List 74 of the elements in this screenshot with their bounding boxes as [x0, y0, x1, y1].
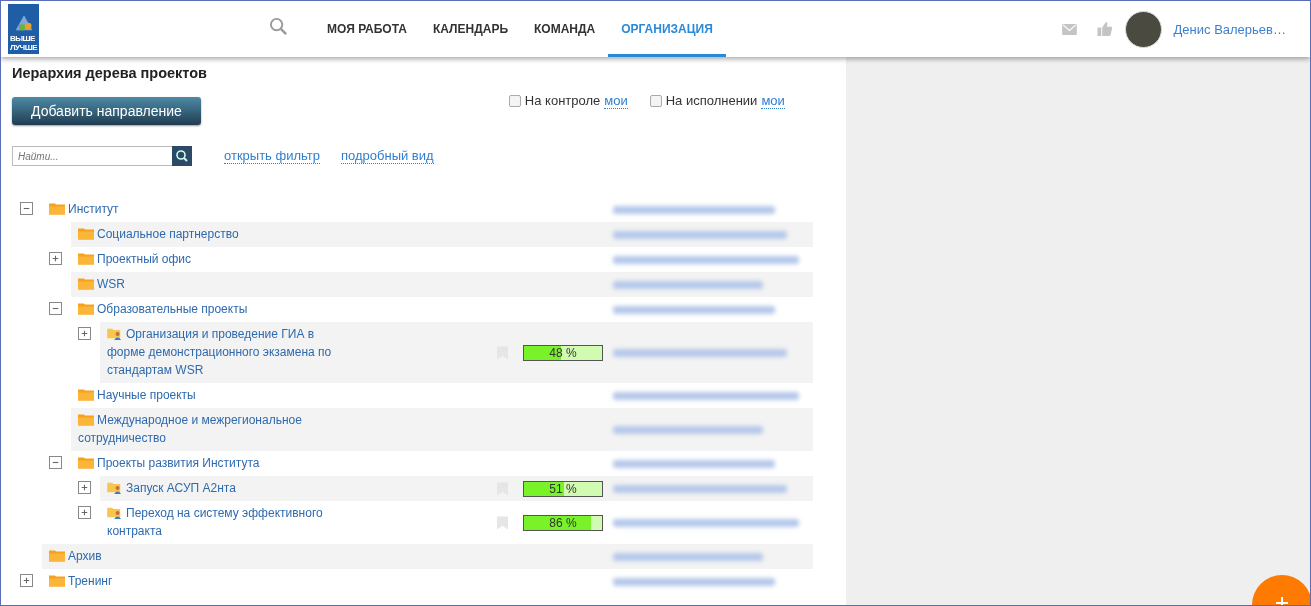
folder-link[interactable]: Научные проекты [78, 386, 318, 404]
folder-link[interactable]: Международное и межрегиональное сотрудничество [78, 411, 318, 447]
folder-icon [78, 456, 94, 469]
page-title: Иерархия дерева проектов [12, 65, 209, 81]
tree-row[interactable]: Тренинг [42, 569, 813, 594]
project-link[interactable]: Организация и проведение ГИА в форме демонстрационного экзамена по стандартам WSR [107, 325, 347, 379]
plus-icon [21, 575, 32, 586]
search-field[interactable]: Найти... [12, 146, 172, 166]
folder-link[interactable]: WSR [78, 275, 318, 293]
add-direction-button[interactable]: Добавить направление [12, 97, 201, 125]
plus-icon [79, 328, 90, 339]
folder-link[interactable]: Проекты развития Института [78, 454, 318, 472]
folder-icon [78, 302, 94, 315]
expand-toggle[interactable] [78, 506, 91, 519]
folder-icon [78, 252, 94, 265]
folder-link[interactable]: Тренинг [49, 572, 289, 590]
folder-link[interactable]: Образовательные проекты [78, 300, 318, 318]
logo-text: ЛУЧШЕ [9, 43, 38, 52]
logo[interactable]: ВЫШЕ ЛУЧШЕ [8, 4, 39, 54]
plus-icon [50, 253, 61, 264]
user-name-link[interactable]: Денис Валерьев… [1173, 21, 1286, 37]
nav-tab[interactable]: КАЛЕНДАРЬ [419, 1, 522, 57]
folder-icon [78, 388, 94, 401]
folder-person-icon [107, 481, 123, 494]
folder-icon [78, 227, 94, 240]
tree-row[interactable]: Образовательные проекты [71, 297, 813, 322]
folder-link[interactable]: Проектный офис [78, 250, 318, 268]
checkbox[interactable] [508, 95, 521, 107]
folder-link[interactable]: Социальное партнерство [78, 225, 318, 243]
detailed-view-link[interactable]: подробный вид [341, 148, 434, 164]
folder-person-icon [107, 506, 123, 519]
collapse-toggle[interactable] [49, 456, 62, 469]
checkbox-label: На исполнении [665, 93, 758, 108]
folder-icon [78, 277, 94, 290]
avatar[interactable] [1124, 10, 1162, 48]
checkbox[interactable] [649, 95, 662, 107]
thumbs-up-icon[interactable] [1096, 22, 1113, 36]
folder-link[interactable]: Институт [49, 200, 289, 218]
tree-row[interactable]: Архив [42, 544, 813, 569]
checkbox-label: На контроле [524, 93, 601, 108]
nav-tab[interactable]: КОМАНДА [521, 1, 609, 57]
open-filter-link[interactable]: открыть фильтр [224, 148, 320, 164]
plus-icon [79, 482, 90, 493]
project-link[interactable]: Запуск АСУП А2нта [107, 479, 347, 497]
mine-link[interactable]: мои [761, 93, 785, 109]
expand-toggle[interactable] [78, 327, 91, 340]
tree-row[interactable]: WSR [71, 272, 813, 297]
tree-row[interactable]: Запуск АСУП А2нта 51 % [100, 476, 813, 501]
folder-person-icon [107, 327, 123, 340]
tree-row[interactable]: Проектный офис [71, 247, 813, 272]
folder-icon [49, 574, 65, 587]
tree-row[interactable]: Переход на систему эффективного контракта 86 % [100, 501, 813, 544]
collapse-toggle[interactable] [20, 202, 33, 215]
expand-toggle[interactable] [78, 481, 91, 494]
mine-link[interactable]: мои [604, 93, 628, 109]
nav-tab[interactable]: МОЯ РАБОТА [314, 1, 420, 57]
search-icon[interactable] [172, 146, 192, 166]
tree-row[interactable]: Институт [42, 197, 813, 222]
progress-reading: 86 % [549, 515, 577, 530]
logo-text: ВЫШЕ [9, 34, 36, 43]
project-link[interactable]: Переход на систему эффективного контракта [107, 504, 347, 540]
folder-icon [49, 202, 65, 215]
progress-reading: 51 % [549, 481, 577, 496]
folder-icon [49, 549, 65, 562]
folder-link[interactable]: Архив [49, 547, 289, 565]
expand-toggle[interactable] [20, 574, 33, 587]
folder-icon [78, 413, 94, 426]
tree-row[interactable]: Международное и межрегиональное сотрудничество [71, 408, 813, 451]
collapse-toggle[interactable] [49, 302, 62, 315]
plus-icon [79, 507, 90, 518]
expand-toggle[interactable] [49, 252, 62, 265]
tree-row[interactable]: Проекты развития Института [71, 451, 813, 476]
tree-row[interactable]: Научные проекты [71, 383, 813, 408]
tree-row[interactable]: Социальное партнерство [71, 222, 813, 247]
